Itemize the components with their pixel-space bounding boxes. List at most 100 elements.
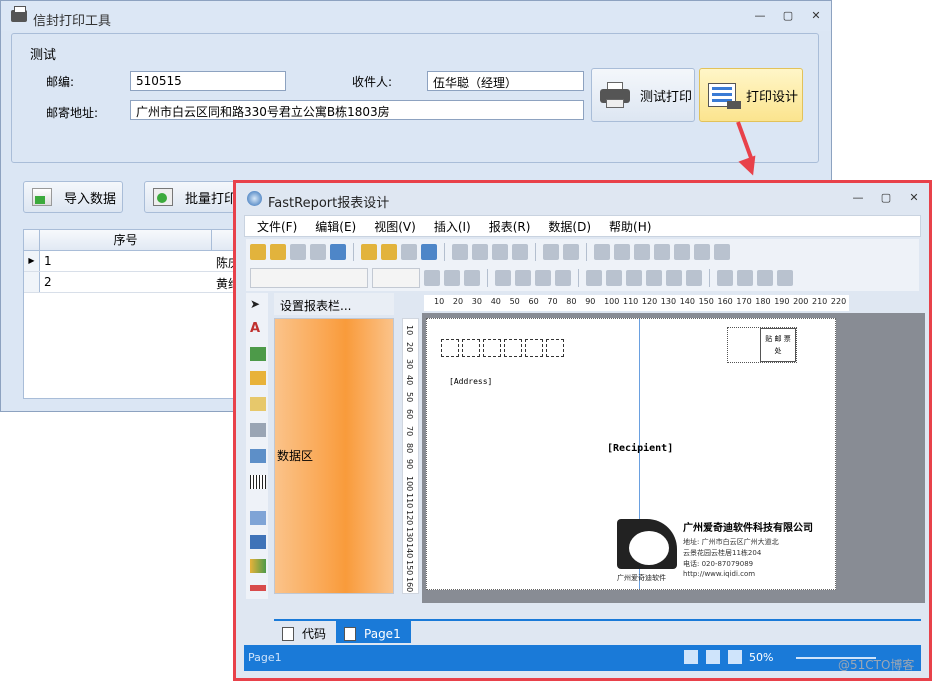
minimize-button[interactable]: —	[753, 9, 767, 23]
select-tool-icon[interactable]: ➤	[250, 297, 266, 311]
format-painter-icon[interactable]	[512, 244, 528, 260]
tab-page1[interactable]: Page1	[336, 621, 411, 643]
report-page[interactable]: 贴 邮 票 处 [Address] [Recipient] 广州爱奇迪软件 广州…	[426, 318, 836, 590]
test-print-button[interactable]: 测试打印	[591, 68, 695, 122]
rotate-icon[interactable]	[686, 270, 702, 286]
new-page-icon[interactable]	[361, 244, 377, 260]
cut-icon[interactable]	[452, 244, 468, 260]
maximize-button[interactable]: ▢	[781, 9, 795, 23]
menu-data[interactable]: 数据(D)	[548, 218, 591, 235]
rich-text-tool-icon[interactable]	[250, 511, 266, 525]
chart-tool-icon[interactable]	[250, 559, 266, 573]
zip-box[interactable]	[483, 339, 501, 357]
standard-toolbar	[246, 239, 919, 265]
align-right-icon[interactable]	[535, 270, 551, 286]
company-logo[interactable]: 广州爱奇迪软件	[617, 519, 677, 582]
open-icon[interactable]	[270, 244, 286, 260]
stamp-box[interactable]: 贴 邮 票 处	[727, 327, 797, 363]
minimize-button[interactable]: —	[851, 191, 865, 205]
highlight-icon[interactable]	[666, 270, 682, 286]
zip-box[interactable]	[504, 339, 522, 357]
font-size-select[interactable]	[372, 268, 420, 288]
menu-insert[interactable]: 插入(I)	[434, 218, 471, 235]
cell-seq[interactable]: 1	[44, 254, 52, 268]
toolbar-separator	[586, 243, 587, 261]
redo-icon[interactable]	[563, 244, 579, 260]
shape-tool-icon[interactable]	[250, 371, 266, 385]
maximize-button[interactable]: ▢	[879, 191, 893, 205]
view-mode-icon[interactable]	[684, 650, 698, 664]
ruler-tick-label: 30	[405, 358, 414, 369]
subreport-tool-icon[interactable]	[250, 397, 266, 411]
save-icon[interactable]	[290, 244, 306, 260]
justify-icon[interactable]	[555, 270, 571, 286]
batch-print-button[interactable]: 批量打印	[144, 181, 244, 213]
valign-top-icon[interactable]	[586, 270, 602, 286]
valign-middle-icon[interactable]	[606, 270, 622, 286]
zip-box[interactable]	[546, 339, 564, 357]
recipient-input[interactable]: 伍华聪（经理）	[427, 71, 584, 91]
save-all-icon[interactable]	[310, 244, 326, 260]
column-header-seq[interactable]: 序号	[40, 230, 212, 250]
new-icon[interactable]	[250, 244, 266, 260]
checkbox-tool-icon[interactable]	[250, 535, 266, 549]
cell-seq[interactable]: 2	[44, 275, 52, 289]
bold-icon[interactable]	[424, 270, 440, 286]
new-dialog-icon[interactable]	[381, 244, 397, 260]
menu-help[interactable]: 帮助(H)	[609, 218, 651, 235]
page-view-icon[interactable]	[706, 650, 720, 664]
band-setup-header[interactable]: 设置报表栏...	[274, 293, 394, 315]
recipient-field[interactable]: [Recipient]	[607, 443, 673, 454]
address-input[interactable]: 广州市白云区同和路330号君立公寓B栋1803房	[130, 100, 584, 120]
menu-edit[interactable]: 编辑(E)	[315, 218, 356, 235]
close-x-icon[interactable]	[714, 244, 730, 260]
list-view-icon[interactable]	[728, 650, 742, 664]
italic-icon[interactable]	[444, 270, 460, 286]
undo-icon[interactable]	[543, 244, 559, 260]
picture-tool-icon[interactable]	[250, 347, 266, 361]
company-name[interactable]: 广州爱奇迪软件科技有限公司	[683, 519, 813, 534]
address-field[interactable]: [Address]	[449, 377, 492, 386]
zip-box[interactable]	[525, 339, 543, 357]
ungroup-icon[interactable]	[614, 244, 630, 260]
page-setup-icon[interactable]	[421, 244, 437, 260]
scale-icon[interactable]	[694, 244, 710, 260]
close-button[interactable]: ✕	[907, 191, 921, 205]
valign-bottom-icon[interactable]	[626, 270, 642, 286]
menu-report[interactable]: 报表(R)	[489, 218, 531, 235]
delete-page-icon[interactable]	[401, 244, 417, 260]
border-all-icon[interactable]	[717, 270, 733, 286]
data-band[interactable]: 数据区	[274, 318, 394, 594]
align-left-icon[interactable]	[495, 270, 511, 286]
paste-icon[interactable]	[492, 244, 508, 260]
move-icon[interactable]	[654, 244, 670, 260]
menu-view[interactable]: 视图(V)	[374, 218, 416, 235]
group-icon[interactable]	[594, 244, 610, 260]
border-none-icon[interactable]	[777, 270, 793, 286]
matrix-tool-icon[interactable]	[250, 449, 266, 463]
close-button[interactable]: ✕	[809, 9, 823, 23]
underline-icon[interactable]	[464, 270, 480, 286]
print-design-button[interactable]: 打印设计	[699, 68, 803, 122]
border-bottom-icon[interactable]	[757, 270, 773, 286]
barcode-tool-icon[interactable]	[250, 475, 266, 489]
copy-icon[interactable]	[472, 244, 488, 260]
font-name-select[interactable]	[250, 268, 368, 288]
ruler-tick-label: 160	[717, 297, 733, 306]
table-tool-icon[interactable]	[250, 423, 266, 437]
text-tool-icon[interactable]: A	[250, 321, 266, 336]
menu-file[interactable]: 文件(F)	[257, 218, 297, 235]
sparkline-tool-icon[interactable]	[250, 585, 266, 591]
ruler-tick-label: 50	[509, 297, 520, 306]
align-center-icon[interactable]	[515, 270, 531, 286]
border-top-icon[interactable]	[737, 270, 753, 286]
zip-input[interactable]: 510515	[130, 71, 286, 91]
import-data-button[interactable]: 导入数据	[23, 181, 123, 213]
preview-icon[interactable]	[330, 244, 346, 260]
text-color-icon[interactable]	[646, 270, 662, 286]
zip-box[interactable]	[462, 339, 480, 357]
zip-box[interactable]	[441, 339, 459, 357]
pointer-icon[interactable]	[634, 244, 650, 260]
tab-code[interactable]: 代码	[274, 621, 336, 643]
resize-icon[interactable]	[674, 244, 690, 260]
